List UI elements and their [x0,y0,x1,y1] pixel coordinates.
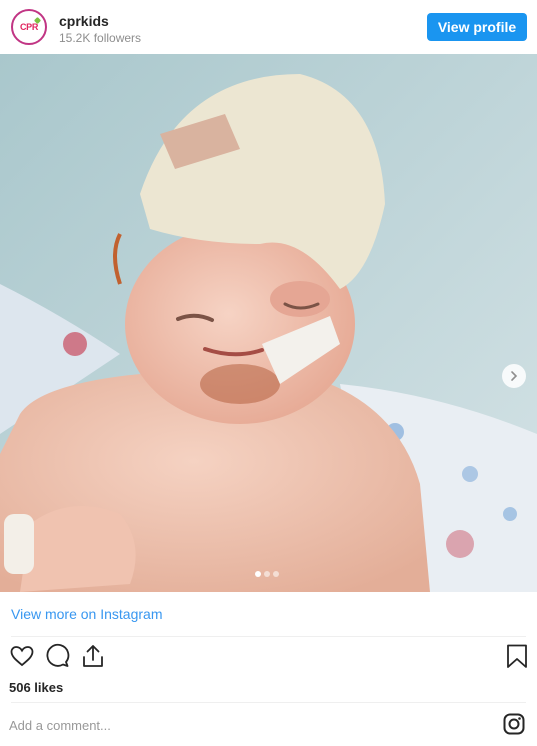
chevron-right-icon [511,371,518,381]
followers-count: 15.2K followers [59,31,142,45]
carousel-dot [255,571,261,577]
post-header: CPR cprkids 15.2K followers View profile [0,0,537,54]
comment-input[interactable]: Add a comment... [9,718,111,733]
instagram-icon[interactable] [503,713,525,735]
share-icon[interactable] [80,643,106,669]
avatar[interactable]: CPR [11,9,47,45]
bookmark-icon[interactable] [504,643,530,669]
avatar-logo-text: CPR [19,22,39,32]
action-bar [0,643,537,673]
heart-icon[interactable] [9,643,35,669]
username[interactable]: cprkids [59,13,109,29]
comment-icon[interactable] [44,643,70,669]
post-image[interactable] [0,54,537,592]
view-profile-button[interactable]: View profile [427,13,527,41]
post-photo-illustration [0,54,537,592]
likes-count[interactable]: 506 likes [9,680,63,695]
next-button[interactable] [502,364,526,388]
divider [11,636,526,637]
view-more-link[interactable]: View more on Instagram [11,606,162,622]
carousel-indicator [255,571,279,577]
divider [11,702,526,703]
carousel-dot [264,571,270,577]
carousel-dot [273,571,279,577]
